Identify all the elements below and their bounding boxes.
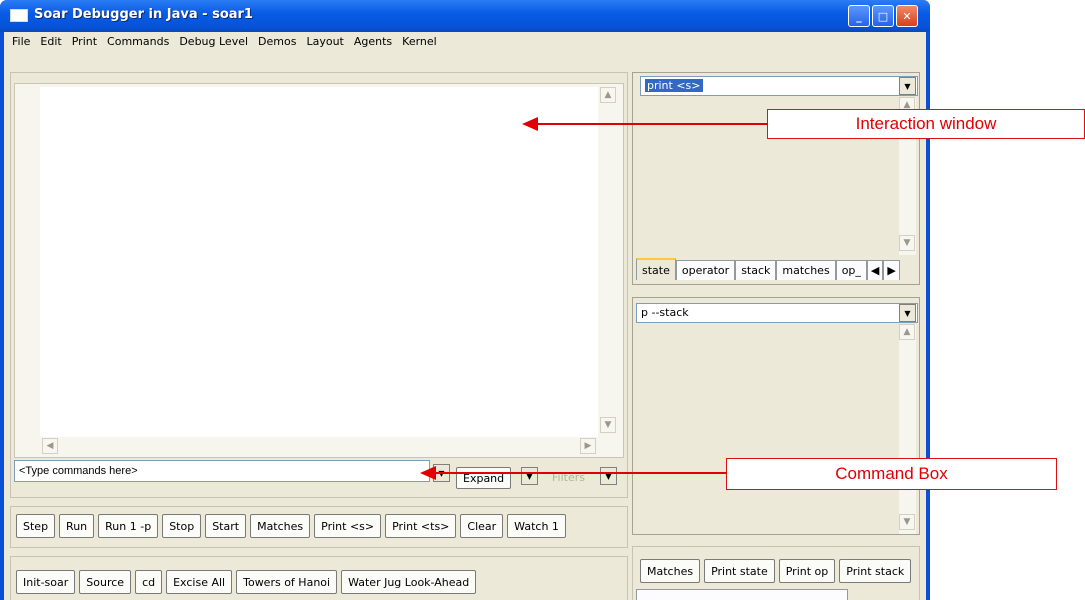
title-bar[interactable]: Soar Debugger in Java - soar1 _ □ ✕	[0, 0, 930, 32]
print-ts-button[interactable]: Print <ts>	[385, 514, 457, 538]
filters-dropdown[interactable]: ▼	[600, 467, 617, 485]
print-s-button[interactable]: Print <s>	[314, 514, 382, 538]
print-state-button[interactable]: Print state	[704, 559, 775, 583]
combo-selected-text: print <s>	[645, 79, 703, 92]
button-row-1: Step Run Run 1 -p Stop Start Matches Pri…	[16, 514, 566, 538]
left-gutter	[20, 87, 38, 437]
arrow-left-icon	[420, 466, 436, 480]
print-command-combo[interactable]: print <s>	[640, 76, 918, 96]
stop-button[interactable]: Stop	[162, 514, 202, 538]
interaction-text-area[interactable]	[40, 87, 598, 437]
scroll-up-icon[interactable]: ▲	[600, 87, 616, 103]
arrow-left-icon	[522, 117, 538, 131]
excise-all-button[interactable]: Excise All	[166, 570, 233, 594]
water-jug-look-ahead-button[interactable]: Water Jug Look-Ahead	[341, 570, 477, 594]
interaction-vscrollbar[interactable]: ▲ ▼	[600, 87, 617, 437]
source-button[interactable]: Source	[79, 570, 132, 594]
scroll-up-icon[interactable]: ▲	[899, 324, 915, 340]
minimize-icon: _	[856, 9, 862, 23]
menu-edit[interactable]: Edit	[35, 32, 66, 52]
print-stack-button[interactable]: Print stack	[839, 559, 912, 583]
menu-kernel[interactable]: Kernel	[397, 32, 442, 52]
scroll-down-icon[interactable]: ▼	[600, 417, 616, 433]
run-1-p-button[interactable]: Run 1 -p	[98, 514, 159, 538]
state-tabs: state operator stack matches op_ ◀ ▶	[636, 258, 900, 280]
scroll-down-icon[interactable]: ▼	[899, 235, 915, 251]
stack-combo-dropdown[interactable]: ▼	[899, 304, 916, 322]
watch-1-button[interactable]: Watch 1	[507, 514, 566, 538]
close-button[interactable]: ✕	[896, 5, 918, 27]
menu-agents[interactable]: Agents	[349, 32, 397, 52]
tab-state[interactable]: state	[636, 258, 676, 280]
right-matches-button[interactable]: Matches	[640, 559, 701, 583]
interaction-arrow-line	[536, 123, 768, 125]
button-row-2: Init-soar Source cd Excise All Towers of…	[16, 570, 477, 594]
chevron-down-icon: ▼	[904, 308, 911, 318]
chevron-down-icon: ▼	[904, 81, 911, 91]
menu-debug-level[interactable]: Debug Level	[174, 32, 253, 52]
stack-command-combo[interactable]: p --stack	[636, 303, 918, 323]
tab-operator[interactable]: operator	[675, 260, 736, 280]
init-soar-button[interactable]: Init-soar	[16, 570, 76, 594]
scroll-down-icon[interactable]: ▼	[899, 514, 915, 530]
menu-layout[interactable]: Layout	[301, 32, 348, 52]
menu-print[interactable]: Print	[67, 32, 102, 52]
tab-op[interactable]: op_	[835, 260, 867, 280]
stack-output-area[interactable]	[636, 324, 898, 534]
tab-scroll-left-icon[interactable]: ◀	[866, 260, 884, 280]
run-button[interactable]: Run	[59, 514, 95, 538]
maximize-button[interactable]: □	[872, 5, 894, 27]
menu-file[interactable]: File	[7, 32, 35, 52]
print-combo-dropdown[interactable]: ▼	[899, 77, 916, 95]
expand-dropdown[interactable]: ▼	[521, 467, 538, 485]
command-box-callout: Command Box	[726, 458, 1057, 490]
right-button-row: Matches Print state Print op Print stack	[640, 559, 912, 583]
start-button[interactable]: Start	[205, 514, 247, 538]
menu-demos[interactable]: Demos	[253, 32, 301, 52]
command-arrow-line	[434, 472, 727, 474]
close-icon: ✕	[902, 9, 912, 23]
command-input[interactable]	[14, 460, 430, 482]
step-button[interactable]: Step	[16, 514, 56, 538]
window-title: Soar Debugger in Java - soar1	[34, 7, 253, 22]
interaction-hscrollbar[interactable]: ◀ ▶	[40, 438, 598, 454]
minimize-button[interactable]: _	[848, 5, 870, 27]
clear-button[interactable]: Clear	[460, 514, 504, 538]
matches-button[interactable]: Matches	[250, 514, 311, 538]
scroll-right-icon[interactable]: ▶	[580, 438, 596, 454]
scroll-left-icon[interactable]: ◀	[42, 438, 58, 454]
stack-combo-text: p --stack	[641, 306, 689, 319]
bottom-tabs-partial	[636, 589, 848, 600]
tab-scroll-right-icon[interactable]: ▶	[883, 260, 900, 280]
stack-vscrollbar[interactable]: ▲ ▼	[899, 324, 916, 534]
tab-matches[interactable]: matches	[776, 260, 836, 280]
menu-bar: File Edit Print Commands Debug Level Dem…	[4, 32, 926, 52]
cd-button[interactable]: cd	[135, 570, 163, 594]
app-icon	[10, 9, 28, 22]
interaction-window-callout: Interaction window	[767, 109, 1085, 139]
towers-of-hanoi-button[interactable]: Towers of Hanoi	[236, 570, 338, 594]
maximize-icon: □	[877, 9, 889, 23]
menu-commands[interactable]: Commands	[102, 32, 174, 52]
print-op-button[interactable]: Print op	[778, 559, 836, 583]
expand-button[interactable]: Expand	[456, 467, 512, 489]
tab-stack[interactable]: stack	[735, 260, 777, 280]
